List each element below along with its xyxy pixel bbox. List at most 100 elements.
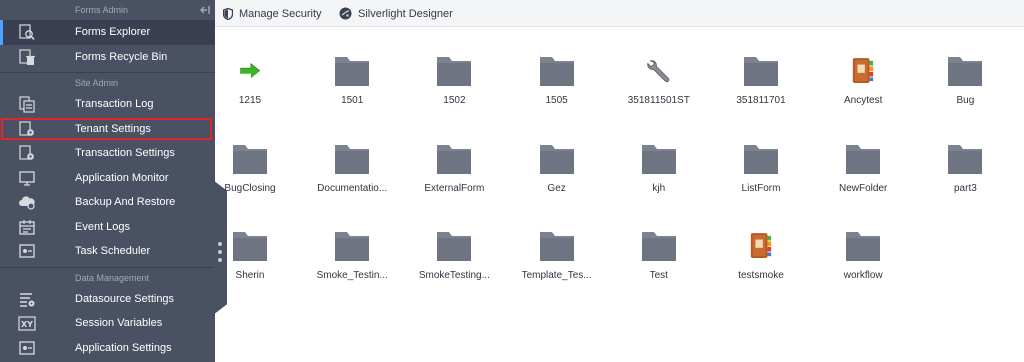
sidebar-item-datasource-settings[interactable]: Datasource Settings <box>0 287 215 312</box>
sidebar-item-label: Event Logs <box>75 220 131 233</box>
transaction-settings-icon <box>19 145 34 160</box>
grid-item-1501[interactable]: 1501 <box>312 53 392 133</box>
task-scheduler-icon <box>19 244 35 258</box>
item-label: kjh <box>652 182 666 194</box>
sidebar-item-label: Application Monitor <box>75 171 169 184</box>
grid-item-workflow[interactable]: workflow <box>823 228 903 308</box>
manage-security-button[interactable]: Manage Security <box>223 0 322 27</box>
item-label: Smoke_Testin... <box>316 270 388 281</box>
grid-item-1505[interactable]: 1505 <box>517 53 597 133</box>
item-label: Bug <box>956 95 975 106</box>
sidebar-item-label: Transaction Log <box>75 98 154 111</box>
manage-security-label: Manage Security <box>239 7 322 20</box>
item-label: testsmoke <box>738 270 784 281</box>
folder-icon <box>641 141 677 177</box>
xy-variables-icon: XY <box>18 316 36 331</box>
sidebar-item-label: Tenant Settings <box>75 122 151 135</box>
folder-icon <box>947 53 983 89</box>
folder-icon <box>947 141 983 177</box>
item-label: 351811701 <box>736 95 786 106</box>
folder-icon <box>436 228 472 264</box>
grid-item-1502[interactable]: 1502 <box>414 53 494 133</box>
sidebar-item-application-settings[interactable]: Application Settings <box>0 336 215 361</box>
sidebar-item-label: Transaction Settings <box>75 147 175 160</box>
item-label: 1505 <box>545 95 568 106</box>
sidebar-item-label: Forms Recycle Bin <box>75 50 168 63</box>
forms-explorer-grid: 1215 1501 1502 1505 351811501ST 351811701 Ancy… <box>215 28 1024 362</box>
grid-item-351811501st[interactable]: 351811501ST <box>619 53 699 133</box>
grid-item-bugclosing[interactable]: BugClosing <box>210 141 290 221</box>
cloud-backup-icon <box>19 196 35 210</box>
item-label: 1502 <box>443 95 466 106</box>
grid-item-smoke-testin[interactable]: Smoke_Testin... <box>312 228 392 308</box>
recycle-bin-icon <box>19 48 35 65</box>
shortcut-icon <box>232 53 268 89</box>
folder-icon <box>539 228 575 264</box>
silverlight-designer-label: Silverlight Designer <box>358 7 453 20</box>
grid-item-1215[interactable]: 1215 <box>210 53 290 133</box>
book-icon <box>845 53 881 89</box>
folder-icon <box>845 228 881 264</box>
grid-item-listform[interactable]: ListForm <box>721 141 801 221</box>
grid-item-newfolder[interactable]: NewFolder <box>823 141 903 221</box>
grid-item-kjh[interactable]: kjh <box>619 141 699 221</box>
folder-icon <box>743 141 779 177</box>
item-label: Sherin <box>235 270 265 281</box>
folder-icon <box>334 141 370 177</box>
sidebar-item-event-logs[interactable]: Event Logs <box>0 215 215 240</box>
item-label: Template_Tes... <box>521 270 592 281</box>
section-title: Site Admin <box>75 78 119 88</box>
sidebar-item-task-scheduler[interactable]: Task Scheduler <box>0 239 215 264</box>
item-label: 1501 <box>341 95 364 106</box>
folder-icon <box>743 53 779 89</box>
sidebar-item-tenant-settings[interactable]: Tenant Settings <box>0 117 215 142</box>
folder-icon <box>641 228 677 264</box>
grid-item-test[interactable]: Test <box>619 228 699 308</box>
sidebar-item-forms-recycle-bin[interactable]: Forms Recycle Bin <box>0 45 215 70</box>
silverlight-designer-button[interactable]: Silverlight Designer <box>339 0 453 27</box>
calendar-icon <box>19 219 35 235</box>
item-label: Test <box>649 270 668 281</box>
grid-item-gez[interactable]: Gez <box>517 141 597 221</box>
grid-item-testsmoke[interactable]: testsmoke <box>721 228 801 308</box>
grid-item-part3[interactable]: part3 <box>925 141 1005 221</box>
grid-item-externalform[interactable]: ExternalForm <box>414 141 494 221</box>
sidebar-item-session-variables[interactable]: XY Session Variables <box>0 311 215 336</box>
item-label: part3 <box>953 182 977 194</box>
folder-icon <box>845 141 881 177</box>
item-label: SmokeTesting... <box>418 270 490 281</box>
grid-item-documentatio[interactable]: Documentatio... <box>312 141 392 221</box>
item-label: ListForm <box>741 182 781 194</box>
sidebar-item-transaction-log[interactable]: Transaction Log <box>0 92 215 117</box>
book-icon <box>743 228 779 264</box>
grid-item-template-tes[interactable]: Template_Tes... <box>517 228 597 308</box>
grid-item-351811701[interactable]: 351811701 <box>721 53 801 133</box>
sidebar-item-transaction-settings[interactable]: Transaction Settings <box>0 141 215 166</box>
item-label: Ancytest <box>844 95 883 106</box>
folder-icon <box>334 53 370 89</box>
section-title: Forms Admin <box>75 5 129 15</box>
sidebar-item-backup-and-restore[interactable]: Backup And Restore <box>0 190 215 215</box>
svg-text:XY: XY <box>21 320 33 329</box>
folder-icon <box>334 228 370 264</box>
monitor-icon <box>19 170 35 186</box>
pin-icon[interactable] <box>199 4 211 16</box>
sidebar-item-label: Session Variables <box>75 317 163 330</box>
sidebar-item-label: Backup And Restore <box>75 196 176 209</box>
section-header-site-admin: Site Admin <box>0 72 215 92</box>
grid-item-bug[interactable]: Bug <box>925 53 1005 133</box>
sidebar-item-application-monitor[interactable]: Application Monitor <box>0 166 215 191</box>
forms-explorer-icon <box>19 24 35 40</box>
application-settings-icon <box>19 340 35 355</box>
sidebar-item-forms-explorer[interactable]: Forms Explorer <box>0 20 215 45</box>
item-label: Documentatio... <box>317 182 388 194</box>
grid-item-sherin[interactable]: Sherin <box>210 228 290 308</box>
item-label: ExternalForm <box>424 182 485 194</box>
grid-item-ancytest[interactable]: Ancytest <box>823 53 903 133</box>
folder-icon <box>232 228 268 264</box>
shield-icon <box>223 7 233 20</box>
section-header-forms-admin: Forms Admin <box>0 0 215 20</box>
grid-item-smoketesting[interactable]: SmokeTesting... <box>414 228 494 308</box>
sidebar: Forms Admin Forms Explorer Forms Recycle… <box>0 0 215 362</box>
folder-icon <box>436 141 472 177</box>
